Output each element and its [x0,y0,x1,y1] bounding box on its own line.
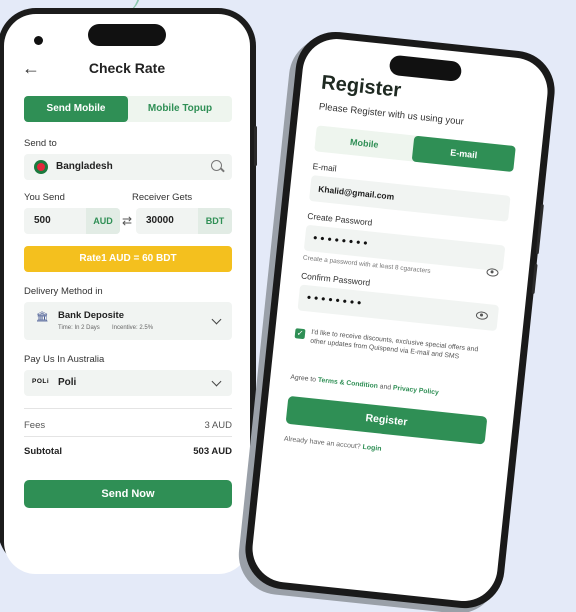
swap-icon[interactable]: ⇄ [122,214,132,228]
login-link[interactable]: Login [362,444,382,453]
divider [24,408,232,409]
camera-icon [34,36,43,45]
delivery-method-select[interactable]: 🏛 Bank Deposite Time: In 2 Days Incentiv… [24,302,232,340]
fees-value: 3 AUD [204,420,232,431]
receiver-gets-label: Receiver Gets [132,192,193,203]
send-currency: AUD [86,208,120,234]
receive-amount-input[interactable]: 30000 BDT [136,208,232,234]
agree-line: Agree to Terms & Condition and Privacy P… [290,374,439,397]
country-select[interactable]: Bangladesh [24,154,232,180]
eye-icon[interactable] [475,310,489,321]
dynamic-island [388,54,463,83]
eye-icon[interactable] [486,267,499,278]
register-screen: Register Please Register with us using y… [249,35,551,605]
phone-side-button [254,126,257,166]
service-tabs: Send Mobile Mobile Topup [24,96,232,122]
you-send-label: You Send [24,192,65,203]
register-button[interactable]: Register [285,395,488,445]
chevron-down-icon[interactable] [211,314,222,325]
register-title: Register [320,71,403,102]
subtotal-label: Subtotal [24,446,62,457]
delivery-method-label: Delivery Method in [24,286,103,297]
payment-method-value: Poli [58,377,77,388]
phone-check-rate: ← Check Rate Send Mobile Mobile Topup Se… [0,8,257,574]
email-label: E-mail [312,161,338,174]
phone-side-button [535,204,544,255]
divider [24,436,232,437]
payment-method-select[interactable]: POLi Poli [24,370,232,396]
terms-link[interactable]: Terms & Condition [318,377,379,390]
bangladesh-flag-icon [34,160,48,174]
delivery-incentive: Incentive: 2.5% [112,325,154,331]
bank-icon: 🏛 [36,312,49,323]
chevron-down-icon[interactable] [211,376,222,387]
send-amount-value: 500 [34,215,51,226]
send-to-label: Send to [24,138,57,149]
privacy-link[interactable]: Privacy Policy [393,385,440,397]
phone-side-button [531,263,538,294]
register-subtitle: Please Register with us using your [318,101,465,128]
agree-prefix: Agree to [290,373,319,384]
already-account: Already have an accout? Login [284,436,382,453]
send-now-button[interactable]: Send Now [24,480,232,508]
send-amount-input[interactable]: 500 AUD [24,208,120,234]
tab-mobile[interactable]: Mobile [314,125,414,161]
exchange-rate-banner: Rate1 AUD = 60 BDT [24,246,232,272]
tab-send-mobile[interactable]: Send Mobile [24,96,128,122]
email-value: Khalid@gmail.com [317,183,395,202]
receive-amount-value: 30000 [146,215,174,226]
pay-label: Pay Us In Australia [24,354,105,365]
password-mask: •••••••• [312,230,372,251]
agree-and: and [377,383,394,392]
country-value: Bangladesh [56,161,113,172]
page-title: Check Rate [88,60,166,76]
subtotal-value: 503 AUD [193,446,232,457]
header: ← Check Rate [4,58,250,82]
already-text: Already have an accout? [283,435,363,451]
consent-text: I'd like to receive discounts, exclusive… [309,328,479,361]
dynamic-island [88,24,166,46]
tab-mobile-topup[interactable]: Mobile Topup [128,96,232,122]
delivery-method-value: Bank Deposite [58,310,124,321]
register-method-tabs: Mobile E-mail [314,125,516,173]
tab-email[interactable]: E-mail [411,135,516,173]
confirm-password-field[interactable]: •••••••• [297,284,500,332]
consent-checkbox[interactable]: ✓ [294,328,306,340]
confirm-password-mask: •••••••• [306,290,365,311]
check-rate-screen: ← Check Rate Send Mobile Mobile Topup Se… [4,14,250,574]
delivery-time: Time: In 2 Days [58,325,100,331]
phone-register: Register Please Register with us using y… [241,28,559,612]
poli-logo: POLi [32,378,50,385]
search-icon[interactable] [211,160,222,171]
fees-label: Fees [24,420,46,431]
receive-currency: BDT [198,208,232,234]
